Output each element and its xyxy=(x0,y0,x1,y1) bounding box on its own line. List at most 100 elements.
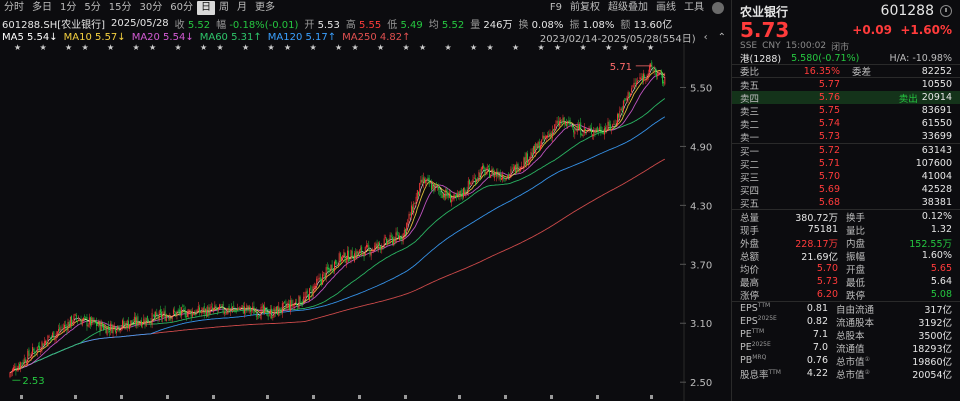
event-star-icon: ★ xyxy=(419,44,426,52)
candle-body xyxy=(172,309,174,314)
event-star-icon: ★ xyxy=(403,44,410,52)
candle-body xyxy=(42,343,44,347)
candle-body xyxy=(464,188,466,194)
ask-row[interactable]: 卖一 5.73 33699 xyxy=(732,130,960,144)
tab-daily[interactable]: 日 xyxy=(196,1,215,15)
f9-button[interactable]: F9 xyxy=(546,1,566,15)
tab-weekly[interactable]: 周 xyxy=(215,1,233,15)
candle-body xyxy=(414,203,416,204)
event-star-icon: ★ xyxy=(242,44,249,52)
candle-body xyxy=(217,307,219,309)
candle-body xyxy=(600,126,602,133)
candle-body xyxy=(427,177,429,180)
candle-body xyxy=(114,326,116,333)
candle-body xyxy=(515,164,517,173)
candle-body xyxy=(410,205,412,218)
y-tick-label: 4.30 xyxy=(690,201,712,212)
bid-row[interactable]: 买三 5.70 41004 xyxy=(732,170,960,184)
candle-body xyxy=(566,123,567,127)
candle-body xyxy=(478,172,480,181)
candle-body xyxy=(540,145,541,151)
tab-15min[interactable]: 15分 xyxy=(105,1,136,15)
candle-body xyxy=(374,245,376,251)
event-mark xyxy=(166,395,169,399)
tab-timeshare[interactable]: 分时 xyxy=(0,1,28,15)
candle-body xyxy=(551,130,553,139)
candle-body xyxy=(472,179,474,183)
candlestick-chart[interactable]: 5.50 4.90 4.30 3.70 3.10 2.50 ★ ★ ★ ★ ★ ★ ★ ★ ★ ★ ★ ★ ★ ★ ★ ★… xyxy=(0,44,728,401)
candle-body xyxy=(479,172,481,178)
candle-body xyxy=(541,139,543,147)
overlay-button[interactable]: 超级叠加 xyxy=(604,1,652,15)
candle-body xyxy=(438,187,440,190)
candle-body xyxy=(347,250,348,260)
candle-body xyxy=(99,321,101,331)
candle-body xyxy=(20,362,22,369)
tab-more[interactable]: 更多 xyxy=(251,1,279,15)
candle-body xyxy=(389,234,391,242)
candle-body xyxy=(268,314,270,316)
tab-5min[interactable]: 5分 xyxy=(80,1,104,15)
y-tick-label: 5.50 xyxy=(690,83,712,94)
candle-body xyxy=(482,166,483,170)
tab-multiday[interactable]: 多日 xyxy=(28,1,56,15)
draw-button[interactable]: 画线 xyxy=(652,1,680,15)
candle-body xyxy=(471,184,473,185)
candle-body xyxy=(639,77,641,80)
candle-body xyxy=(290,300,292,312)
candle-body xyxy=(496,171,498,177)
candle-body xyxy=(135,317,136,325)
candle-body xyxy=(382,247,384,249)
chevron-left-icon[interactable]: ‹ xyxy=(702,32,710,43)
adjust-button[interactable]: 前复权 xyxy=(566,1,604,15)
tab-60min[interactable]: 60分 xyxy=(166,1,197,15)
ask-row[interactable]: 卖四 5.76 卖出 20914 xyxy=(732,91,960,105)
candle-body xyxy=(200,310,202,313)
candle-body xyxy=(123,321,125,326)
bid-row[interactable]: 买一 5.72 63143 xyxy=(732,144,960,158)
candle-body xyxy=(86,316,88,327)
candle-body xyxy=(367,245,369,247)
gear-icon[interactable] xyxy=(712,2,724,14)
candle-body xyxy=(405,229,406,233)
candle-body xyxy=(557,120,559,126)
candle-body xyxy=(435,185,437,187)
ma20-label: MA20 5.54↓ xyxy=(131,31,194,43)
candle-body xyxy=(406,223,408,232)
event-mark xyxy=(358,395,361,399)
tab-1min[interactable]: 1分 xyxy=(56,1,80,15)
candle-body xyxy=(502,175,504,180)
candle-body xyxy=(538,141,540,152)
candle-body xyxy=(356,250,358,259)
candle-body xyxy=(175,311,177,317)
candle-body xyxy=(225,312,226,313)
candle-body xyxy=(338,253,340,265)
candle-body xyxy=(230,307,232,310)
alert-icon[interactable] xyxy=(940,5,952,17)
event-mark xyxy=(120,395,123,399)
ask-row[interactable]: 卖五 5.77 10550 xyxy=(732,78,960,92)
sell-tag[interactable]: 卖出 xyxy=(899,91,918,105)
candle-body xyxy=(116,331,118,334)
bid-row[interactable]: 买四 5.69 42528 xyxy=(732,183,960,197)
candle-body xyxy=(177,310,179,311)
candle-body xyxy=(279,307,281,313)
tab-30min[interactable]: 30分 xyxy=(135,1,166,15)
candle-body xyxy=(365,244,367,248)
candle-body xyxy=(144,320,146,325)
ask-row[interactable]: 卖二 5.74 61550 xyxy=(732,117,960,131)
candle-body xyxy=(112,325,114,334)
tools-button[interactable]: 工具 xyxy=(680,1,708,15)
ask-row[interactable]: 卖三 5.75 83691 xyxy=(732,104,960,118)
bid-row[interactable]: 买二 5.71 107600 xyxy=(732,157,960,171)
candle-body xyxy=(583,127,585,134)
candle-body xyxy=(65,325,67,326)
candle-body xyxy=(67,322,69,332)
event-star-icon: ★ xyxy=(445,44,452,52)
candle-body xyxy=(651,62,653,68)
chevron-up-icon[interactable]: ⌃ xyxy=(716,32,728,43)
candle-body xyxy=(245,308,247,311)
tab-monthly[interactable]: 月 xyxy=(233,1,251,15)
candle-body xyxy=(286,305,288,309)
bid-row[interactable]: 买五 5.68 38381 xyxy=(732,196,960,210)
